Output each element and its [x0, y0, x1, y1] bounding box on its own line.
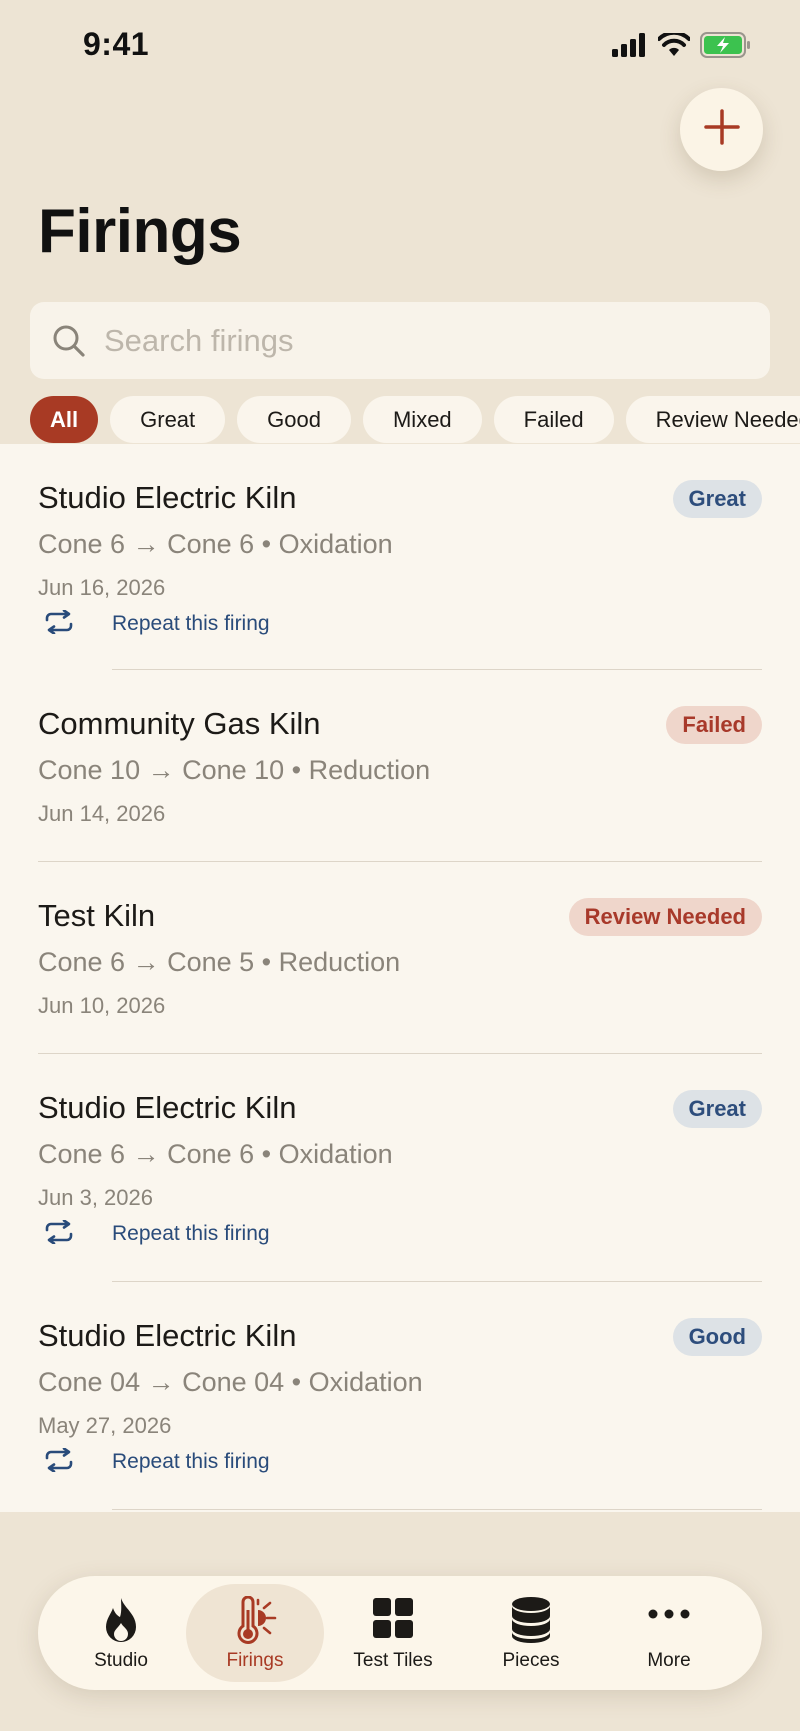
status-icons [612, 30, 752, 63]
filter-chips: All Great Good Mixed Failed Review Needed [30, 396, 800, 444]
add-firing-button[interactable] [680, 88, 763, 171]
repeat-firing-link[interactable]: Repeat this firing [112, 612, 270, 636]
firing-kiln-name: Studio Electric Kiln [38, 1318, 297, 1353]
repeat-firing-link[interactable]: Repeat this firing [112, 1222, 270, 1246]
repeat-icon[interactable] [44, 1220, 74, 1244]
repeat-firing-link[interactable]: Repeat this firing [112, 1450, 270, 1474]
row-divider [112, 1509, 762, 1510]
wifi-icon [657, 30, 691, 62]
cylinder-stack-icon [462, 1596, 600, 1644]
plus-icon [703, 108, 741, 151]
firing-cones: Cone 6 → Cone 5 • Reduction [38, 947, 401, 977]
status-badge: Review Needed [568, 898, 762, 936]
filter-chip-failed[interactable]: Failed [493, 396, 614, 443]
thermometer-sun-icon [186, 1596, 324, 1646]
tab-label: Test Tiles [353, 1650, 433, 1671]
status-bar: 9:41 [0, 0, 800, 90]
tab-pieces[interactable]: Pieces [462, 1584, 600, 1682]
filter-chip-good[interactable]: Good [237, 396, 351, 443]
tab-bar: Studio Firings Test Tiles Pieces More [38, 1576, 762, 1690]
firing-cones: Cone 6 → Cone 6 • Oxidation [38, 1139, 393, 1169]
firing-date: Jun 10, 2026 [38, 993, 166, 1018]
repeat-icon[interactable] [44, 610, 74, 634]
status-badge: Great [672, 480, 762, 518]
status-badge: Great [672, 1090, 762, 1128]
filter-chip-review-needed[interactable]: Review Needed [625, 396, 800, 443]
firing-kiln-name: Studio Electric Kiln [38, 480, 297, 515]
battery-charging-icon [700, 32, 752, 63]
firing-row[interactable]: Studio Electric Kiln Good Cone 04 → Cone… [0, 1282, 800, 1510]
tab-label: Firings [226, 1650, 284, 1671]
tab-test-tiles[interactable]: Test Tiles [324, 1584, 462, 1682]
tab-label: Studio [94, 1650, 148, 1671]
firing-date: Jun 3, 2026 [38, 1185, 153, 1210]
firing-cones: Cone 10 → Cone 10 • Reduction [38, 755, 431, 785]
tab-label: More [647, 1650, 691, 1671]
search-bar[interactable] [30, 302, 770, 379]
firing-row[interactable]: Studio Electric Kiln Great Cone 6 → Cone… [0, 444, 800, 670]
filter-chip-great[interactable]: Great [110, 396, 226, 443]
repeat-icon[interactable] [44, 1448, 74, 1472]
firing-date: Jun 16, 2026 [38, 575, 166, 600]
status-badge: Failed [666, 706, 762, 744]
tab-more[interactable]: More [600, 1584, 738, 1682]
firings-list: Studio Electric Kiln Great Cone 6 → Cone… [0, 444, 800, 1512]
cellular-signal-icon [612, 33, 648, 62]
firing-row[interactable]: Community Gas Kiln Failed Cone 10 → Cone… [0, 670, 800, 862]
firing-date: Jun 14, 2026 [38, 801, 166, 826]
firing-cones: Cone 04 → Cone 04 • Oxidation [38, 1367, 423, 1397]
firing-kiln-name: Test Kiln [38, 898, 156, 933]
status-badge: Good [672, 1318, 762, 1356]
flame-icon [52, 1596, 190, 1644]
firing-kiln-name: Studio Electric Kiln [38, 1090, 297, 1125]
tab-firings[interactable]: Firings [186, 1584, 324, 1682]
firing-row[interactable]: Studio Electric Kiln Great Cone 6 → Cone… [0, 1054, 800, 1282]
search-icon [52, 324, 86, 358]
filter-chip-all[interactable]: All [30, 396, 99, 443]
filter-chip-mixed[interactable]: Mixed [362, 396, 482, 443]
tab-studio[interactable]: Studio [52, 1584, 190, 1682]
status-time: 9:41 [83, 26, 150, 62]
firing-row[interactable]: Test Kiln Review Needed Cone 6 → Cone 5 … [0, 862, 800, 1054]
ellipsis-icon [600, 1608, 738, 1620]
firing-cones: Cone 6 → Cone 6 • Oxidation [38, 529, 393, 559]
grid-icon [324, 1596, 462, 1640]
page-title: Firings [38, 197, 242, 266]
firing-date: May 27, 2026 [38, 1413, 172, 1438]
firing-kiln-name: Community Gas Kiln [38, 706, 321, 741]
search-input[interactable] [104, 322, 724, 359]
tab-label: Pieces [502, 1650, 560, 1671]
